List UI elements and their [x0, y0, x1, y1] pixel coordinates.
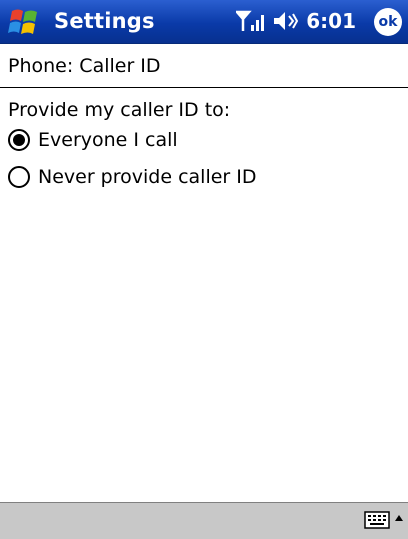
signal-strength-icon[interactable]: [236, 9, 266, 33]
title-bar: Settings 6:01 ok: [0, 0, 408, 44]
caller-id-group-label: Provide my caller ID to:: [8, 99, 231, 121]
radio-button-selected[interactable]: [8, 129, 30, 151]
page-header: Phone: Caller ID: [0, 44, 408, 88]
page-title: Phone: Caller ID: [8, 55, 161, 77]
keyboard-icon[interactable]: [364, 510, 390, 530]
radio-never-provide-caller-id[interactable]: Never provide caller ID: [8, 162, 257, 192]
windows-flag-icon: [8, 9, 37, 34]
volume-icon[interactable]: [272, 9, 299, 33]
radio-everyone-i-call[interactable]: Everyone I call: [8, 125, 178, 155]
chevron-up-icon[interactable]: [394, 511, 404, 527]
menu-bar: [0, 502, 408, 539]
clock[interactable]: 6:01: [306, 9, 356, 33]
radio-label: Everyone I call: [38, 129, 178, 151]
radio-label: Never provide caller ID: [38, 166, 257, 188]
app-title: Settings: [54, 9, 155, 33]
ok-button[interactable]: ok: [374, 8, 402, 36]
start-menu-button[interactable]: [6, 5, 42, 39]
radio-button-unselected[interactable]: [8, 166, 30, 188]
status-area: 6:01: [236, 8, 356, 34]
